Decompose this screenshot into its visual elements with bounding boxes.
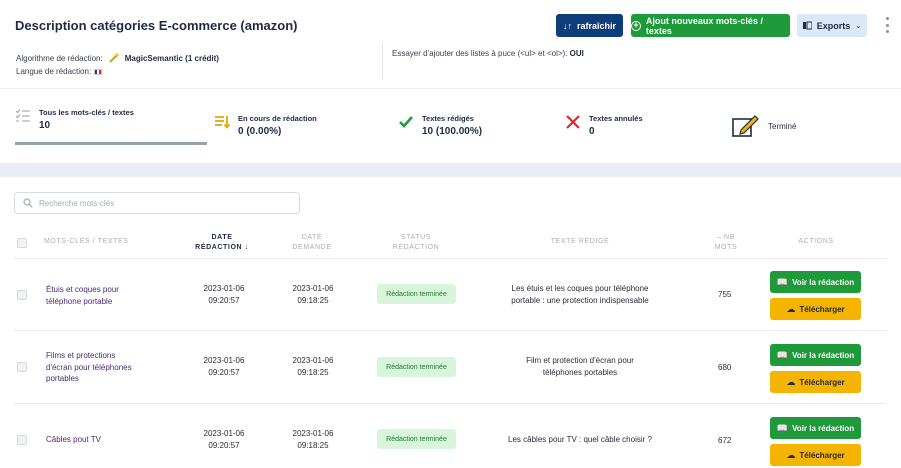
column-nb-mots[interactable]: – NB MOTS — [708, 233, 744, 253]
edit-document-icon — [732, 115, 759, 137]
stat-written-value: 10 (100.00%) — [422, 126, 483, 137]
plus-circle-icon: + — [631, 20, 641, 31]
table-divider — [14, 258, 886, 259]
row-keyword-link[interactable]: Étuis et coques pour téléphone portable — [46, 284, 119, 307]
row-word-count: 680 — [718, 363, 732, 372]
column-texte[interactable]: TEXTE RÉDIGÉ — [520, 237, 640, 247]
column-date-demande[interactable]: DATE DEMANDE — [280, 233, 344, 253]
cloud-download-icon: ☁ — [786, 449, 796, 460]
row-date-demande: 2023-01-06 09:18:25 — [292, 356, 334, 377]
view-redaction-button[interactable]: 📖 Voir la rédaction — [770, 271, 861, 293]
add-keywords-button[interactable]: + Ajout nouveaux mots-clés / textes — [631, 14, 790, 37]
book-icon: 📖 — [776, 422, 789, 433]
download-button[interactable]: ☁ Télécharger — [770, 371, 861, 393]
download-label: Télécharger — [799, 304, 845, 314]
download-label: Télécharger — [799, 450, 845, 460]
cross-icon — [566, 115, 580, 129]
row-keyword-link[interactable]: Câbles pout TV — [46, 434, 101, 446]
columns-icon — [802, 21, 812, 30]
refresh-button[interactable]: ↓↑ rafraîchir — [556, 14, 623, 37]
search-icon — [23, 198, 33, 208]
view-redaction-label: Voir la rédaction — [792, 277, 855, 287]
row-divider — [14, 403, 886, 404]
row-word-count: 672 — [718, 436, 732, 445]
view-redaction-button[interactable]: 📖 Voir la rédaction — [770, 417, 861, 439]
stat-in-progress-label: En cours de rédaction — [238, 114, 317, 123]
section-band — [0, 163, 901, 177]
row-keyword-link[interactable]: Films et protections d'écran pour téléph… — [46, 350, 132, 385]
column-keywords[interactable]: MOTS-CLÉS / TEXTES — [44, 237, 129, 247]
page-title: Description catégories E-commerce (amazo… — [15, 18, 298, 33]
search-box[interactable] — [14, 192, 300, 214]
select-all-checkbox[interactable] — [17, 238, 27, 248]
book-icon: 📖 — [776, 349, 789, 360]
magic-wand-icon — [109, 52, 120, 63]
view-redaction-label: Voir la rédaction — [792, 350, 855, 360]
row-checkbox[interactable] — [17, 435, 27, 445]
sort-arrow-icon — [215, 116, 230, 129]
language-label: Langue de rédaction: — [16, 67, 92, 76]
stat-in-progress[interactable]: En cours de rédaction 0 (0.00%) — [214, 114, 317, 137]
refresh-icon: ↓↑ — [562, 20, 572, 31]
checklist-icon — [15, 109, 30, 122]
algorithm-value: MagicSemantic (1 crédit) — [124, 53, 219, 63]
exports-dropdown-button[interactable]: Exports ⌄ — [797, 14, 867, 37]
add-keywords-button-label: Ajout nouveaux mots-clés / textes — [645, 15, 763, 36]
active-stat-indicator — [15, 142, 207, 145]
column-status[interactable]: STATUS RÉDACTION — [380, 233, 452, 253]
algorithm-info: Algorithme de rédaction: MagicSemantic (… — [16, 52, 219, 64]
stat-written-label: Textes rédigés — [422, 114, 474, 123]
stat-cancelled[interactable]: Textes annulés 0 — [565, 114, 643, 137]
status-badge: Rédaction terminée — [377, 357, 456, 377]
row-text-title: Les étuis et les coques pour téléphone p… — [511, 284, 649, 305]
row-word-count: 755 — [718, 290, 732, 299]
stat-cancelled-label: Textes annulés — [589, 114, 643, 123]
download-button[interactable]: ☁ Télécharger — [770, 298, 861, 320]
meta-divider — [382, 44, 383, 80]
stat-in-progress-value: 0 (0.00%) — [238, 126, 282, 137]
stat-written[interactable]: Textes rédigés 10 (100.00%) — [398, 114, 482, 137]
stat-all-value: 10 — [39, 120, 51, 131]
row-date-redaction: 2023-01-06 09:20:57 — [203, 429, 245, 450]
stat-cancelled-value: 0 — [589, 126, 595, 137]
chevron-down-icon: ⌄ — [855, 22, 862, 30]
row-date-redaction: 2023-01-06 09:20:57 — [203, 284, 245, 305]
checkmark-icon — [399, 116, 413, 128]
bullet-lists-label: Essayer d'ajouter des listes à puce (<ul… — [392, 49, 568, 58]
row-date-demande: 2023-01-06 09:18:25 — [292, 284, 334, 305]
row-checkbox[interactable] — [17, 290, 27, 300]
stat-finished-label: Terminé — [768, 121, 797, 131]
status-badge: Rédaction terminée — [377, 284, 456, 304]
row-divider — [14, 330, 886, 331]
stats-separator — [0, 88, 901, 89]
download-label: Télécharger — [799, 377, 845, 387]
bullet-lists-value: OUI — [569, 49, 584, 58]
bullet-lists-info: Essayer d'ajouter des listes à puce (<ul… — [392, 49, 584, 58]
language-info: Langue de rédaction: — [16, 67, 103, 76]
status-badge: Rédaction terminée — [377, 429, 456, 449]
row-date-redaction: 2023-01-06 09:20:57 — [203, 356, 245, 377]
more-options-icon[interactable] — [883, 15, 891, 35]
french-flag-icon — [94, 68, 103, 75]
row-text-title: Film et protection d'écran pour téléphon… — [526, 356, 634, 377]
search-input[interactable] — [39, 198, 279, 208]
download-button[interactable]: ☁ Télécharger — [770, 444, 861, 466]
exports-label: Exports — [816, 20, 851, 31]
column-date-redaction[interactable]: DATE RÉDACTION ↓ — [190, 233, 254, 253]
cloud-download-icon: ☁ — [786, 303, 796, 314]
stat-all-keywords[interactable]: Tous les mots-clés / textes 10 — [15, 108, 134, 131]
row-date-demande: 2023-01-06 09:18:25 — [292, 429, 334, 450]
view-redaction-label: Voir la rédaction — [792, 423, 855, 433]
algorithm-label: Algorithme de rédaction: — [16, 53, 103, 63]
row-checkbox[interactable] — [17, 362, 27, 372]
stat-all-label: Tous les mots-clés / textes — [39, 108, 134, 117]
cloud-download-icon: ☁ — [786, 376, 796, 387]
book-icon: 📖 — [776, 276, 789, 287]
stat-finished[interactable]: Terminé — [732, 114, 796, 138]
column-actions: ACTIONS — [798, 238, 834, 245]
view-redaction-button[interactable]: 📖 Voir la rédaction — [770, 344, 861, 366]
refresh-button-label: rafraîchir — [576, 20, 617, 31]
row-text-title: Les câbles pour TV : quel câble choisir … — [508, 435, 652, 444]
